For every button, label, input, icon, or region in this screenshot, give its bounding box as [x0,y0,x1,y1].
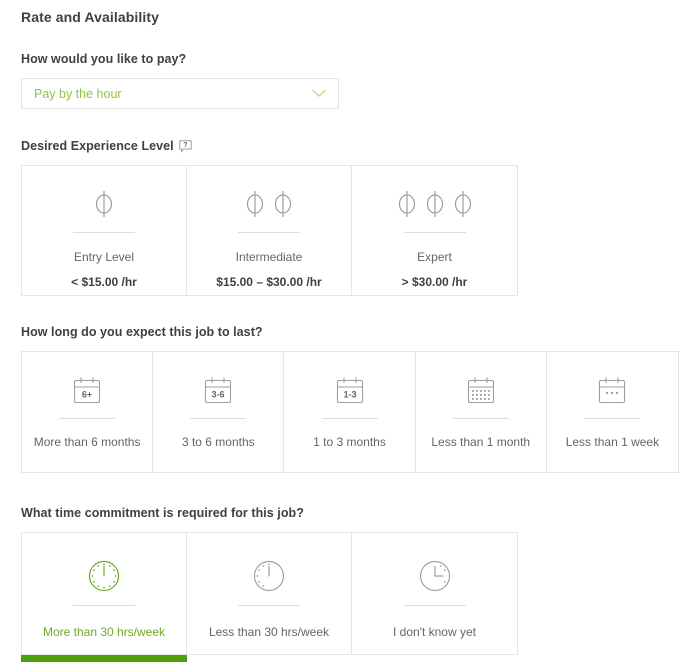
card-divider [73,232,135,233]
experience-level-label-row: Desired Experience Level ? [21,139,518,153]
clock-icon [416,557,454,595]
duration-card-title: Less than 1 month [431,435,531,449]
time-commitment-label: What time commitment is required for thi… [21,506,304,520]
clock-icon [85,557,123,595]
card-divider [190,418,247,419]
pay-method-label: How would you like to pay? [21,52,187,66]
card-divider [59,418,116,419]
card-divider [452,418,509,419]
experience-card-title: Entry Level [73,250,135,264]
svg-text:3-6: 3-6 [212,390,225,400]
time-commitment-section: What time commitment is required for thi… [21,506,518,662]
card-divider [238,232,300,233]
clock-icon [250,557,288,595]
time-commitment-card-row: More than 30 hrs/week Less than 30 hrs/w… [21,532,518,662]
card-divider [73,605,135,606]
dollar-sign-icon [392,186,478,222]
experience-level-section: Desired Experience Level ? Entry Level <… [21,139,518,296]
rate-and-availability-page: Rate and Availability How would you like… [0,0,700,669]
duration-card-title: More than 6 months [33,435,141,449]
commitment-card-dont-know-yet[interactable]: I don't know yet [352,533,517,654]
duration-card-title: 3 to 6 months [181,435,255,449]
job-duration-label: How long do you expect this job to last? [21,325,263,339]
experience-level-card-row: Entry Level < $15.00 /hr Intermediate $1… [21,165,518,296]
commitment-card-less-than-30-hrs[interactable]: Less than 30 hrs/week [187,533,352,654]
experience-level-label: Desired Experience Level [21,139,174,153]
card-divider [584,418,641,419]
experience-card-rate: < $15.00 /hr [71,275,137,289]
experience-card-entry-level[interactable]: Entry Level < $15.00 /hr [22,166,187,295]
svg-text:6+: 6+ [82,390,92,400]
experience-card-title: Expert [417,250,452,264]
page-title: Rate and Availability [21,9,159,25]
job-duration-card-row: 6+ More than 6 months 3-6 3 to 6 months … [21,351,679,473]
commitment-card-more-than-30-hrs[interactable]: More than 30 hrs/week [21,533,187,662]
duration-card-more-than-6-months[interactable]: 6+ More than 6 months [22,352,154,472]
experience-card-intermediate[interactable]: Intermediate $15.00 – $30.00 /hr [187,166,352,295]
duration-card-1-to-3-months[interactable]: 1-3 1 to 3 months [284,352,416,472]
card-divider [403,605,466,606]
pay-method-select[interactable]: Pay by the hour [21,78,339,109]
commitment-card-title: Less than 30 hrs/week [208,625,330,639]
svg-text:?: ? [183,142,187,149]
calendar-icon [464,374,498,408]
duration-card-3-to-6-months[interactable]: 3-6 3 to 6 months [153,352,285,472]
pay-method-selected-value: Pay by the hour [34,86,122,101]
duration-card-title: Less than 1 week [565,435,660,449]
commitment-card-title: I don't know yet [392,625,476,639]
calendar-icon: 3-6 [201,374,235,408]
svg-text:1-3: 1-3 [343,390,356,400]
dollar-sign-icon [240,186,298,222]
experience-card-expert[interactable]: Expert > $30.00 /hr [352,166,517,295]
calendar-icon: 6+ [70,374,104,408]
dollar-sign-icon [89,186,119,222]
commitment-card-title: More than 30 hrs/week [42,625,166,639]
pay-method-block: How would you like to pay? Pay by the ho… [21,52,339,109]
duration-card-less-than-1-week[interactable]: Less than 1 week [546,352,679,472]
experience-card-title: Intermediate [235,250,303,264]
calendar-icon [595,374,629,408]
duration-card-less-than-1-month[interactable]: Less than 1 month [415,352,547,472]
experience-card-rate: $15.00 – $30.00 /hr [216,275,322,289]
card-divider [238,605,300,606]
duration-card-title: 1 to 3 months [313,435,386,449]
job-duration-section: How long do you expect this job to last?… [21,325,679,473]
question-tooltip-icon[interactable]: ? [178,139,192,153]
experience-card-rate: > $30.00 /hr [401,275,468,289]
chevron-down-icon [312,89,326,98]
calendar-icon: 1-3 [333,374,367,408]
card-divider [321,418,378,419]
card-divider [403,232,466,233]
